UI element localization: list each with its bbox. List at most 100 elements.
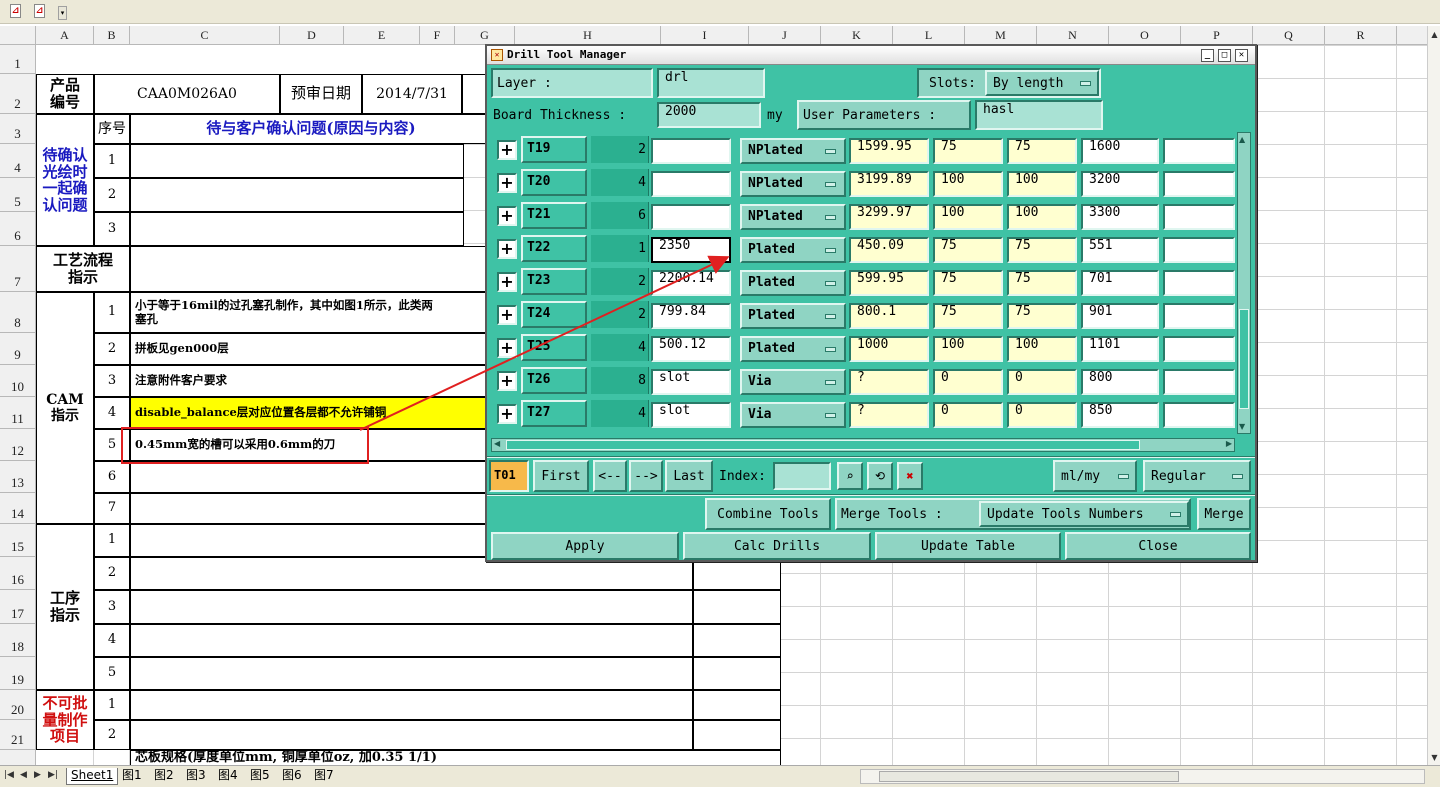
tolerance-plus-field[interactable]: 75 [933,303,1003,329]
seq-cell[interactable]: 6 [94,461,130,493]
row-header[interactable]: 19 [0,657,36,690]
cam-label[interactable]: CAM 指示 [36,292,94,524]
row-header[interactable]: 16 [0,557,36,590]
column-header[interactable]: G [455,26,515,45]
row-header[interactable]: 7 [0,246,36,292]
tolerance-minus-field[interactable]: 75 [1007,303,1077,329]
no-batch-cell[interactable] [130,690,693,720]
seq-cell[interactable]: 4 [94,624,130,657]
column-header[interactable]: O [1109,26,1181,45]
no-batch-note[interactable] [693,690,781,720]
last-button[interactable]: Last [665,460,713,492]
core-spec-text[interactable]: 芯板规格(厚度单位mm, 铜厚单位oz, 加0.35 1/1) [130,750,781,766]
finish-size-field[interactable]: 2350 [651,237,731,263]
process-step-note[interactable] [693,590,781,624]
column-header[interactable]: M [965,26,1037,45]
table-scroll-right-icon[interactable]: ▶ [1226,439,1232,448]
size-field[interactable]: 800 [1081,369,1159,395]
seq-cell[interactable]: 3 [94,212,130,246]
tolerance-plus-field[interactable]: 100 [933,336,1003,362]
tool-type-dropdown[interactable]: Via [740,369,846,395]
column-header[interactable]: Q [1253,26,1325,45]
cam-cell[interactable] [130,493,490,524]
process-step-cell[interactable] [130,657,693,690]
user-parameters-field[interactable]: hasl [975,100,1103,130]
expand-icon[interactable]: + [497,338,517,358]
tolerance-minus-field[interactable]: 100 [1007,336,1077,362]
tool-name-button[interactable]: T23 [521,268,587,295]
column-header[interactable]: I [661,26,749,45]
seq-cell[interactable]: 2 [94,333,130,365]
tab-fig4[interactable]: 图4 [214,768,242,785]
row-header[interactable]: 5 [0,178,36,212]
apply-button[interactable]: Apply [491,532,679,560]
column-header[interactable]: D [280,26,344,45]
column-header[interactable]: K [821,26,893,45]
extra-field[interactable] [1163,171,1235,197]
seq-cell[interactable]: 3 [94,590,130,624]
tolerance-plus-field[interactable]: 75 [933,138,1003,164]
tool-type-dropdown[interactable]: NPlated [740,204,846,230]
drill-size-field[interactable]: 1599.95 [849,138,929,164]
confirm-cell[interactable] [130,144,464,178]
drill-size-field[interactable]: ? [849,402,929,428]
horizontal-scrollbar[interactable] [860,769,1425,784]
tab-fig1[interactable]: 图1 [118,768,146,785]
size-field[interactable]: 901 [1081,303,1159,329]
seq-cell[interactable]: 1 [94,524,130,557]
extra-field[interactable] [1163,270,1235,296]
pdf-icon[interactable]: ⊿ [10,4,26,20]
column-header[interactable]: N [1037,26,1109,45]
seq-cell[interactable]: 2 [94,557,130,590]
no-batch-label[interactable]: 不可批 量制作 项目 [36,690,94,750]
drill-size-field[interactable]: 3299.97 [849,204,929,230]
finish-size-field[interactable] [651,171,731,197]
finish-size-field[interactable]: 500.12 [651,336,731,362]
expand-icon[interactable]: + [497,239,517,259]
scroll-down-icon[interactable]: ▼ [1429,751,1440,764]
merge-option-dropdown[interactable]: Update Tools Numbers [979,501,1189,527]
tool-type-dropdown[interactable]: Via [740,402,846,428]
finish-size-field[interactable]: slot [651,402,731,428]
row-header[interactable]: 8 [0,292,36,333]
tolerance-minus-field[interactable]: 0 [1007,402,1077,428]
column-header[interactable]: H [515,26,661,45]
close-button[interactable]: Close [1065,532,1251,560]
vertical-scrollbar[interactable]: ▲ ▼ [1427,26,1440,766]
maximize-icon[interactable]: □ [1218,49,1231,62]
column-header[interactable]: B [94,26,130,45]
units-dropdown[interactable]: ml/my [1053,460,1137,492]
column-header[interactable]: P [1181,26,1253,45]
seq-cell[interactable]: 2 [94,178,130,212]
tool-name-button[interactable]: T27 [521,400,587,427]
expand-icon[interactable]: + [497,173,517,193]
size-field[interactable]: 701 [1081,270,1159,296]
row-header[interactable]: 4 [0,144,36,178]
expand-icon[interactable]: + [497,272,517,292]
row-header[interactable]: 2 [0,74,36,114]
confirm-cell[interactable] [130,212,464,246]
expand-icon[interactable]: + [497,371,517,391]
seq-cell[interactable]: 3 [94,365,130,397]
row-header[interactable]: 11 [0,397,36,429]
tab-fig7[interactable]: 图7 [310,768,338,785]
process-step-note[interactable] [693,657,781,690]
table-scroll-up-icon[interactable]: ▲ [1239,135,1245,144]
tab-next-icon[interactable]: ▶ [34,770,41,780]
cam-instruction-4[interactable]: disable_balance层对应位置各层都不允许铺铜 [130,397,490,429]
tool-type-dropdown[interactable]: NPlated [740,171,846,197]
expand-icon[interactable]: + [497,404,517,424]
expand-icon[interactable]: + [497,140,517,160]
tolerance-minus-field[interactable]: 75 [1007,270,1077,296]
table-scroll-left-icon[interactable]: ◀ [494,439,500,448]
merge-button[interactable]: Merge [1197,498,1251,530]
process-step-label[interactable]: 工序 指示 [36,524,94,690]
extra-field[interactable] [1163,336,1235,362]
row-header[interactable]: 6 [0,212,36,246]
tolerance-plus-field[interactable]: 75 [933,270,1003,296]
minimize-icon[interactable]: _ [1201,49,1214,62]
cam-instruction-2[interactable]: 拼板见gen000层 [130,333,490,365]
tab-fig2[interactable]: 图2 [150,768,178,785]
drill-size-field[interactable]: 450.09 [849,237,929,263]
seq-cell[interactable]: 5 [94,429,130,461]
